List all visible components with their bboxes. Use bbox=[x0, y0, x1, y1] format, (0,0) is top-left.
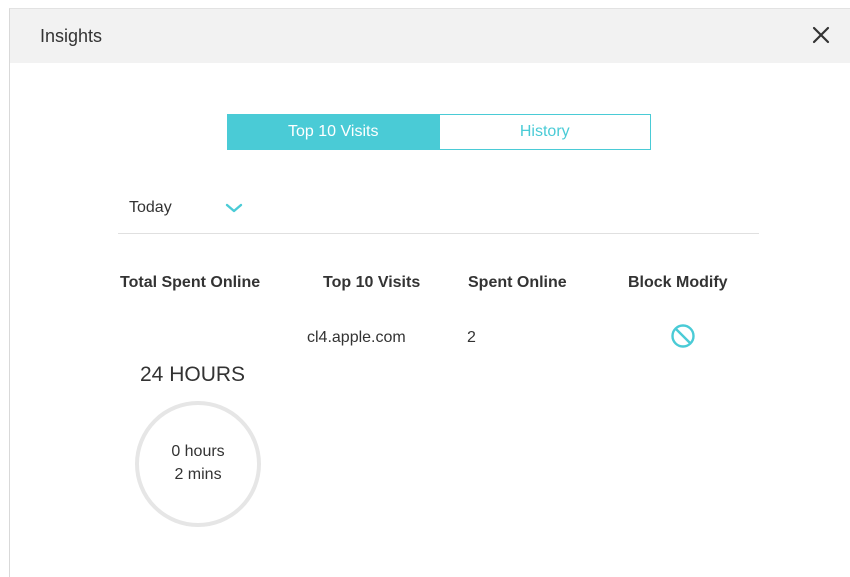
period-value: Today bbox=[129, 199, 172, 216]
header-top-10-visits: Top 10 Visits bbox=[323, 274, 421, 291]
header-spent-online: Spent Online bbox=[468, 274, 567, 291]
dialog-header: Insights bbox=[10, 9, 850, 63]
period-dropdown[interactable]: Today bbox=[129, 195, 259, 221]
chevron-down-icon[interactable] bbox=[225, 201, 243, 213]
header-block-modify: Block Modify bbox=[628, 274, 728, 291]
total-hours-label: 24 HOURS bbox=[140, 363, 246, 386]
ring-hours: 0 hours bbox=[171, 443, 225, 460]
dialog-title: Insights bbox=[40, 26, 103, 46]
visit-spent: 2 bbox=[467, 329, 476, 346]
insights-dialog: Insights Top 10 Visits History Today Tot… bbox=[9, 8, 850, 577]
ring-mins: 2 mins bbox=[174, 466, 222, 483]
block-icon[interactable] bbox=[670, 323, 696, 349]
tab-history[interactable]: History bbox=[439, 114, 651, 150]
visit-site: cl4.apple.com bbox=[307, 329, 406, 346]
close-icon[interactable] bbox=[810, 24, 832, 46]
tab-top-10-visits[interactable]: Top 10 Visits bbox=[227, 114, 440, 150]
usage-ring: 0 hours 2 mins bbox=[135, 401, 261, 527]
header-total-spent-online: Total Spent Online bbox=[120, 274, 261, 291]
view-tabs: Top 10 Visits History bbox=[227, 114, 651, 150]
divider bbox=[118, 233, 759, 234]
